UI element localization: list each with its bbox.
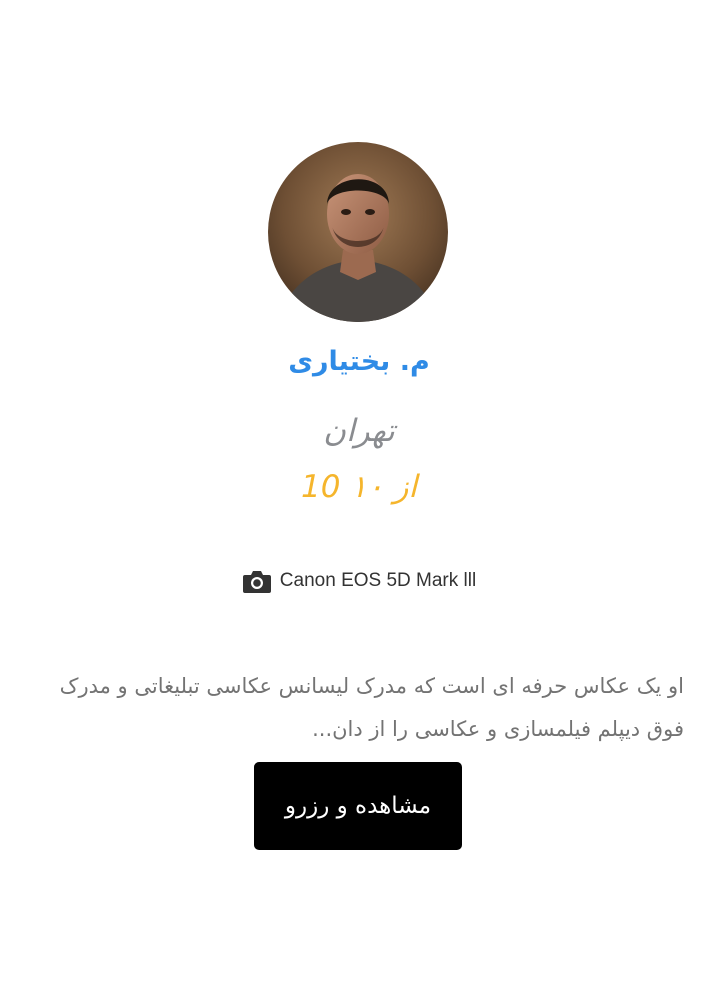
photographer-rating: 10 از ۱۰ <box>300 469 418 505</box>
camera-model: Canon EOS 5D Mark lll <box>279 570 477 591</box>
photographer-city: تهران <box>323 413 395 449</box>
view-and-book-button[interactable]: مشاهده و رزرو <box>254 762 462 850</box>
avatar-image <box>268 142 448 322</box>
photographer-card: م. بختیاری تهران 10 از ۱۰ Canon EOS 5D M… <box>0 0 718 988</box>
avatar[interactable] <box>268 142 448 322</box>
photographer-name[interactable]: م. بختیاری <box>0 338 718 386</box>
photographer-bio: او یک عکاس حرفه ای است که مدرک لیسانس عک… <box>59 674 684 741</box>
camera-icon <box>242 568 272 594</box>
camera-info: Canon EOS 5D Mark lll <box>0 564 718 598</box>
